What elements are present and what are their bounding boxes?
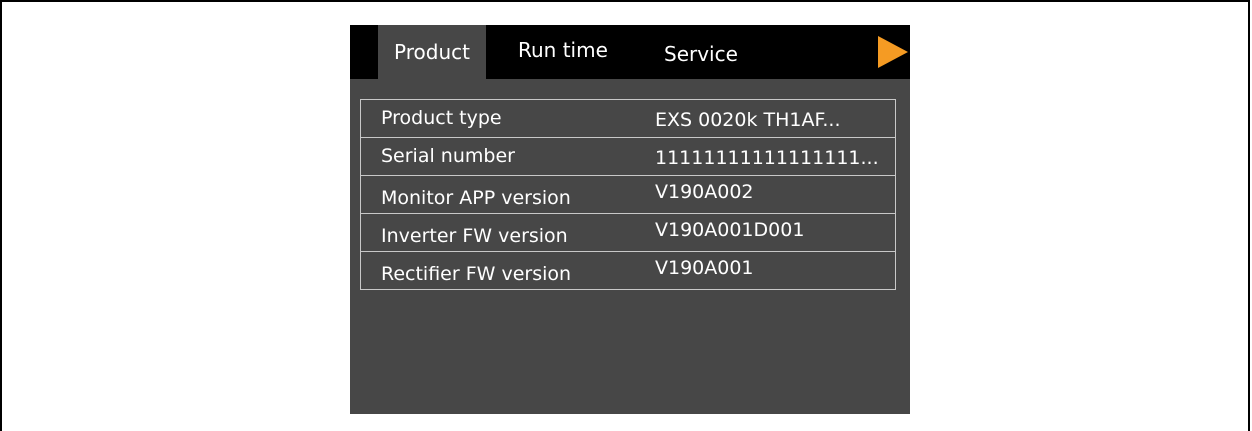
table-row: Inverter FW version V190A001D001 bbox=[361, 214, 895, 252]
play-arrow-icon[interactable] bbox=[878, 36, 908, 68]
row-label-monitor-app-version: Monitor APP version bbox=[381, 187, 571, 209]
row-label-serial-number: Serial number bbox=[381, 145, 515, 167]
tab-product[interactable]: Product bbox=[378, 25, 486, 79]
row-value-rectifier-fw-version: V190A001 bbox=[655, 257, 754, 279]
table-row: Product type EXS 0020k TH1AF... bbox=[361, 100, 895, 138]
device-screen: Product Run time Service Product type EX… bbox=[350, 25, 910, 414]
row-value-inverter-fw-version: V190A001D001 bbox=[655, 219, 805, 241]
row-value-serial-number: 11111111111111111... bbox=[655, 147, 879, 169]
table-row: Rectifier FW version V190A001 bbox=[361, 252, 895, 290]
row-label-rectifier-fw-version: Rectifier FW version bbox=[381, 263, 572, 285]
row-label-inverter-fw-version: Inverter FW version bbox=[381, 225, 568, 247]
table-row: Serial number 11111111111111111... bbox=[361, 138, 895, 176]
row-label-product-type: Product type bbox=[381, 107, 502, 129]
product-info-table: Product type EXS 0020k TH1AF... Serial n… bbox=[360, 99, 896, 290]
tab-run-time[interactable]: Run time bbox=[518, 23, 608, 77]
row-value-product-type: EXS 0020k TH1AF... bbox=[655, 109, 841, 131]
row-value-monitor-app-version: V190A002 bbox=[655, 181, 754, 203]
tab-service[interactable]: Service bbox=[664, 27, 738, 81]
tab-bar: Product Run time Service bbox=[350, 25, 910, 79]
table-row: Monitor APP version V190A002 bbox=[361, 176, 895, 214]
